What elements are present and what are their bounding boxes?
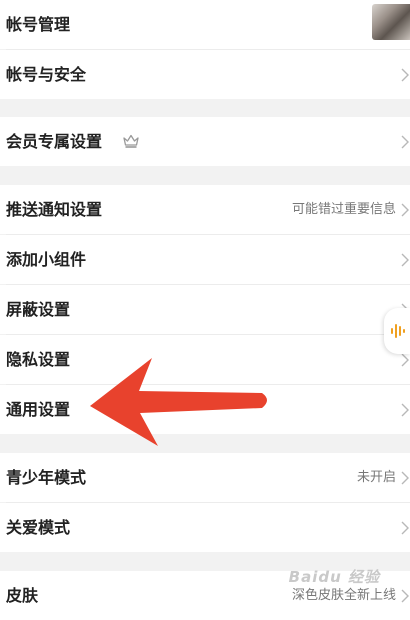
care-mode-label: 关爱模式 [6, 518, 71, 537]
push-settings-value: 可能错过重要信息 [291, 202, 396, 217]
teen-mode-label: 青少年模式 [6, 468, 87, 487]
chevron-right-icon [401, 68, 409, 82]
chevron-right-icon [401, 521, 409, 535]
general-settings-label: 通用设置 [6, 400, 71, 419]
account-security-row[interactable]: 帐号与安全 [0, 50, 410, 99]
vip-settings-label: 会员专属设置 [6, 132, 103, 151]
add-widget-row[interactable]: 添加小组件 [0, 235, 410, 284]
general-settings-row[interactable]: 通用设置 [0, 385, 410, 434]
block-settings-row[interactable]: 屏蔽设置 [0, 285, 410, 334]
chevron-right-icon [401, 135, 409, 149]
skin-label: 皮肤 [6, 586, 39, 605]
privacy-settings-row[interactable]: 隐私设置 [0, 335, 410, 384]
account-manage-label: 帐号管理 [6, 15, 71, 34]
privacy-settings-label: 隐私设置 [6, 350, 71, 369]
chevron-right-icon [401, 403, 409, 417]
chevron-right-icon [401, 253, 409, 267]
chevron-right-icon [401, 471, 409, 485]
chevron-right-icon [401, 589, 409, 603]
push-settings-label: 推送通知设置 [6, 200, 103, 219]
teen-mode-value: 未开启 [356, 470, 396, 485]
vip-settings-row[interactable]: 会员专属设置 [0, 117, 410, 166]
account-security-label: 帐号与安全 [6, 65, 87, 84]
voice-assistant-button[interactable] [384, 308, 410, 354]
chevron-right-icon [401, 353, 409, 367]
account-manage-row[interactable]: 帐号管理 [0, 0, 410, 49]
push-settings-row[interactable]: 推送通知设置 可能错过重要信息 [0, 185, 410, 234]
crown-icon [123, 134, 139, 148]
avatar [372, 4, 410, 40]
block-settings-label: 屏蔽设置 [6, 300, 71, 319]
chevron-right-icon [401, 203, 409, 217]
add-widget-label: 添加小组件 [6, 250, 87, 269]
care-mode-row[interactable]: 关爱模式 [0, 503, 410, 552]
voice-wave-icon [391, 324, 405, 338]
watermark: Baidu 经验 [288, 568, 380, 586]
teen-mode-row[interactable]: 青少年模式 未开启 [0, 453, 410, 502]
